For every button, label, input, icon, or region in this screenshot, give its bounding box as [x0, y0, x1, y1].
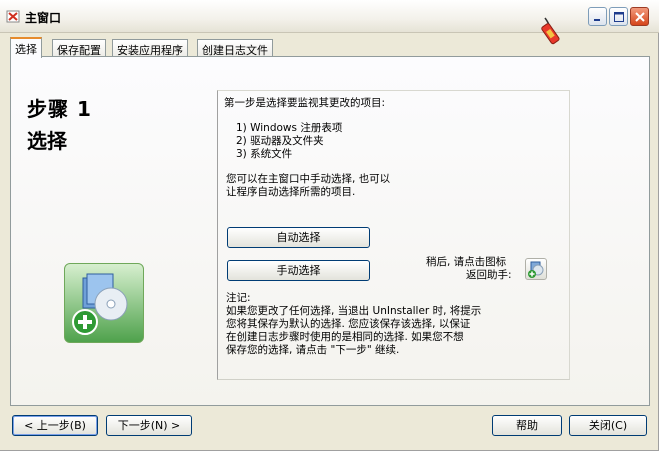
- tab-select[interactable]: 选择: [10, 37, 42, 58]
- tab-save-config[interactable]: 保存配置: [52, 39, 106, 57]
- title-bar[interactable]: 主窗口: [0, 0, 659, 45]
- step-title: 步骤 1: [27, 97, 92, 121]
- note-title: 注记:: [226, 292, 251, 304]
- assistant-button[interactable]: [525, 258, 547, 280]
- back-button[interactable]: < 上一步(B): [12, 415, 98, 436]
- note-line-3: 在创建日志步骤时使用的是相同的选择. 如果您不想: [226, 331, 464, 343]
- close-window-button[interactable]: [630, 7, 649, 26]
- step-subtitle: 选择: [27, 129, 67, 153]
- later-text-line-1: 稍后, 请点击图标: [426, 256, 507, 268]
- main-window: 主窗口 选择 保存配置 安装应用程序 创建日志文件 步骤 1 选择 第一步是选择…: [0, 0, 659, 451]
- intro-text: 第一步是选择要监视其更改的项目:: [224, 97, 386, 109]
- tab-panel: 步骤 1 选择 第一步是选择要监视其更改的项目: 1) Windows 注册表项…: [10, 56, 650, 406]
- maximize-icon: [614, 12, 624, 22]
- close-button[interactable]: 关闭(C): [569, 415, 647, 436]
- step-content: 第一步是选择要监视其更改的项目: 1) Windows 注册表项 2) 驱动器及…: [217, 90, 570, 380]
- firecracker-icon: [539, 16, 565, 48]
- item-registry: 1) Windows 注册表项: [236, 122, 343, 134]
- next-button[interactable]: 下一步(N) >: [106, 415, 192, 436]
- item-drives: 2) 驱动器及文件夹: [236, 135, 324, 147]
- window-title: 主窗口: [25, 11, 62, 25]
- minimize-icon: [594, 19, 600, 21]
- later-text-line-2: 返回助手:: [466, 269, 512, 281]
- note-line-2: 您将其保存为默认的选择. 您应该保存该选择, 以保证: [226, 318, 471, 330]
- description-line-1: 您可以在主窗口中手动选择, 也可以: [226, 173, 391, 185]
- item-system-files: 3) 系统文件: [236, 148, 293, 160]
- auto-select-button[interactable]: 自动选择: [227, 227, 370, 248]
- app-icon[interactable]: [6, 9, 20, 23]
- note-line-1: 如果您更改了任何选择, 当退出 UnInstaller 时, 将提示: [226, 305, 482, 317]
- manual-select-button[interactable]: 手动选择: [227, 260, 370, 281]
- tab-create-log[interactable]: 创建日志文件: [197, 39, 273, 57]
- install-cd-icon: [64, 263, 144, 343]
- note-line-4: 保存您的选择, 请点击 "下一步" 继续.: [226, 344, 400, 356]
- maximize-button[interactable]: [609, 7, 628, 26]
- description-line-2: 让程序自动选择所需的项目.: [226, 186, 356, 198]
- minimize-button[interactable]: [588, 7, 607, 26]
- close-icon: [635, 12, 645, 22]
- assistant-icon: [528, 261, 544, 278]
- tab-install-app[interactable]: 安装应用程序: [112, 39, 188, 57]
- help-button[interactable]: 帮助: [492, 415, 562, 436]
